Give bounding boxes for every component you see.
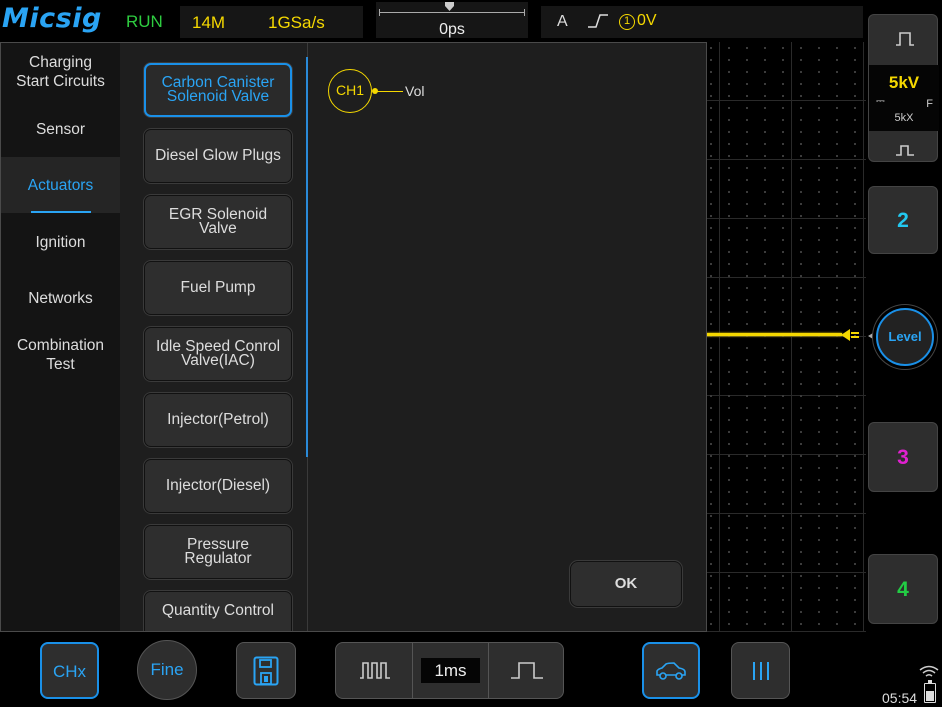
pulse-increase-icon[interactable]	[895, 31, 915, 47]
ch1-signal-label: Vol	[405, 83, 425, 99]
trigger-source-badge: 1	[619, 14, 635, 30]
cursor-menu-button[interactable]	[731, 642, 790, 699]
trigger-mode: A	[557, 13, 568, 30]
item-label: Diesel Glow Plugs	[155, 147, 281, 164]
clock: 05:54	[882, 690, 918, 706]
category-label: Sensor	[35, 121, 86, 138]
item-idle-speed-control-valve[interactable]: Idle Speed Conrol Valve(IAC)	[144, 327, 292, 381]
memory-timeline	[379, 9, 525, 16]
trigger-level-knob[interactable]: Level	[876, 308, 934, 366]
ch1-probe-ratio: 5kX	[894, 112, 914, 124]
category-label: Ignition	[35, 234, 86, 251]
ch1-trigger-level-marker[interactable]	[841, 328, 865, 342]
category-sensor[interactable]: Sensor	[1, 120, 120, 139]
rising-edge-icon	[588, 14, 608, 28]
bottom-toolbar: CHx Fine 1ms	[0, 632, 866, 707]
memory-depth: 14M	[192, 13, 226, 32]
fine-label: Fine	[150, 660, 184, 679]
item-egr-solenoid-valve[interactable]: EGR Solenoid Valve	[144, 195, 292, 249]
category-label: Combination	[16, 337, 105, 354]
timebase-control[interactable]: 1ms	[335, 642, 564, 699]
timebase-expand-icon[interactable]	[510, 660, 544, 680]
fine-button[interactable]: Fine	[137, 640, 197, 700]
battery-icon	[924, 680, 936, 703]
level-label: Level	[888, 329, 922, 344]
ch1-vertical-control[interactable]: 5kV ⎓ F 5kX	[868, 14, 939, 162]
acquisition-info[interactable]: 14M 1GSa/s	[180, 6, 363, 38]
item-fuel-pump[interactable]: Fuel Pump	[144, 261, 292, 315]
save-button[interactable]	[236, 642, 296, 699]
run-stop-status[interactable]: RUN	[126, 12, 163, 32]
trigger-level-value: 0V	[637, 12, 657, 29]
timebase-compress-icon[interactable]	[359, 660, 391, 680]
car-icon	[656, 661, 686, 680]
timebase-separator	[488, 643, 489, 698]
ch1-volts-per-div: 5kV	[888, 73, 920, 92]
category-label: Test	[46, 356, 75, 373]
chx-label: CHx	[52, 662, 87, 681]
category-list: Charging Start Circuits Sensor Actuators…	[1, 43, 120, 631]
wifi-icon	[919, 665, 939, 677]
ch3-button[interactable]: 3	[868, 422, 938, 492]
item-injector-petrol[interactable]: Injector(Petrol)	[144, 393, 292, 447]
item-quantity-control[interactable]: Quantity Control	[144, 591, 292, 631]
category-charging-start-circuits[interactable]: Charging Start Circuits	[1, 53, 120, 99]
pulse-decrease-icon[interactable]	[895, 143, 915, 157]
trigger-position-icon	[445, 2, 454, 11]
ch1-coupling-icon: ⎓	[876, 95, 885, 107]
item-carbon-canister-solenoid-valve[interactable]: Carbon Canister Solenoid Valve	[144, 63, 292, 117]
ch1-scale-display: 5kV ⎓ F 5kX	[869, 65, 939, 131]
item-label: Quantity Control	[162, 602, 274, 619]
category-label: Charging	[29, 54, 92, 71]
chx-button[interactable]: CHx	[40, 642, 99, 699]
ok-button[interactable]: OK	[570, 561, 682, 607]
category-combination-test[interactable]: Combination Test	[1, 336, 120, 382]
category-label: Start Circuits	[16, 73, 105, 90]
auto-mode-button[interactable]	[642, 642, 700, 699]
top-status-bar: Micsig RUN 14M 1GSa/s 0ps A 1 0V	[0, 0, 866, 42]
item-label: Fuel Pump	[180, 279, 256, 296]
trigger-position-value: 0ps	[439, 21, 465, 38]
category-label: Networks	[28, 290, 93, 307]
item-injector-diesel[interactable]: Injector(Diesel)	[144, 459, 292, 513]
ch2-button[interactable]: 2	[868, 186, 938, 254]
item-pressure-regulator[interactable]: Pressure Regulator	[144, 525, 292, 579]
item-label: Solenoid Valve	[166, 88, 270, 105]
save-disk-icon	[253, 656, 279, 685]
ch1-probe-badge: CH1	[328, 69, 372, 113]
category-networks[interactable]: Networks	[1, 289, 120, 308]
active-category-indicator	[31, 211, 91, 213]
timebase-separator	[412, 643, 413, 698]
trigger-position-box[interactable]: 0ps	[376, 2, 528, 38]
trigger-source-level: 1 0V	[619, 12, 657, 30]
ch3-label: 3	[897, 446, 909, 469]
category-ignition[interactable]: Ignition	[1, 233, 120, 252]
test-item-list[interactable]: Carbon Canister Solenoid Valve Diesel Glo…	[121, 43, 307, 631]
ch4-button[interactable]: 4	[868, 554, 938, 624]
item-label: Valve	[199, 220, 237, 237]
trigger-settings-box[interactable]: A 1 0V	[541, 6, 863, 38]
sample-rate: 1GSa/s	[268, 13, 325, 32]
item-label: Regulator	[184, 550, 252, 567]
item-label: Valve(IAC)	[181, 352, 255, 369]
item-label: Injector(Diesel)	[165, 477, 271, 494]
micsig-logo: Micsig	[2, 3, 102, 34]
connection-diagram: CH1 Vol OK	[308, 43, 706, 631]
timebase-value: 1ms	[421, 658, 480, 683]
item-label: Injector(Petrol)	[167, 411, 269, 428]
item-diesel-glow-plugs[interactable]: Diesel Glow Plugs	[144, 129, 292, 183]
ch1-connector-line	[373, 91, 403, 92]
category-label: Actuators	[27, 177, 94, 194]
ch2-label: 2	[897, 209, 909, 232]
ch4-label: 4	[897, 578, 909, 601]
automotive-test-dialog: Charging Start Circuits Sensor Actuators…	[0, 42, 707, 632]
ch1-bandwidth: F	[926, 98, 933, 110]
cursor-bars-icon	[752, 661, 769, 680]
category-actuators[interactable]: Actuators	[1, 157, 120, 213]
right-channel-panel: 5kV ⎓ F 5kX 2 Level 3 4 05:54	[866, 0, 942, 707]
ch1-waveform-trace	[706, 333, 842, 336]
level-pointer-icon	[868, 333, 873, 339]
